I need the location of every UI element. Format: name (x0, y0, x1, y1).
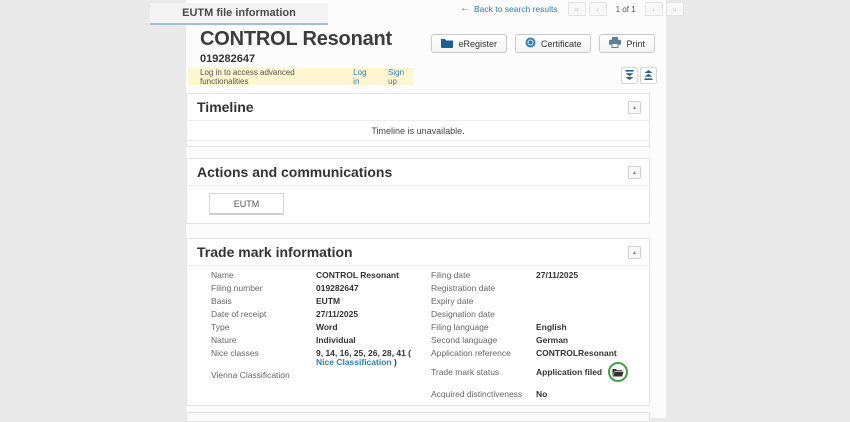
eregister-label: eRegister (458, 39, 497, 49)
pager-last-button[interactable]: » (666, 2, 684, 16)
actions-section-header: Actions and communications ▴ (187, 159, 649, 186)
field-designation-date: Designation date (431, 310, 645, 319)
title-block: CONTROL Resonant 019282647 (200, 28, 392, 65)
pager-next-button[interactable]: › (645, 2, 663, 16)
folder-icon (441, 38, 453, 50)
pager-prev-button[interactable]: ‹ (589, 2, 607, 16)
field-registration-date: Registration date (431, 284, 645, 293)
back-to-search-results-link[interactable]: ← Back to search results (460, 4, 558, 14)
timeline-collapse-button[interactable]: ▴ (628, 101, 641, 114)
collapse-all-button[interactable] (621, 67, 638, 84)
printer-icon (609, 37, 621, 50)
print-label: Print (626, 39, 645, 49)
trademark-title: Trade mark information (197, 244, 353, 260)
actions-collapse-button[interactable]: ▴ (628, 166, 641, 179)
field-nice-classes: Nice classes 9, 14, 16, 25, 26, 28, 41 (… (211, 349, 431, 367)
collapse-all-icon (625, 68, 634, 83)
timeline-section: Timeline ▴ Timeline is unavailable. (186, 93, 650, 147)
top-bar: ← Back to search results « ‹ 1 of 1 › » (460, 2, 684, 16)
results-pager: « ‹ 1 of 1 › » (568, 2, 684, 16)
login-link[interactable]: Log in (353, 68, 374, 86)
timeline-title: Timeline (197, 99, 254, 115)
pager-first-button[interactable]: « (568, 2, 586, 16)
back-arrow-icon: ← (460, 5, 470, 13)
signup-link[interactable]: Sign up (388, 68, 414, 86)
page-title: CONTROL Resonant (200, 28, 392, 51)
login-bar-message: Log in to access advanced functionalitie… (200, 68, 339, 86)
open-folder-status-icon (608, 362, 628, 382)
field-expiry-date: Expiry date (431, 297, 645, 306)
expand-all-icon (644, 68, 653, 83)
timeline-empty-message: Timeline is unavailable. (187, 121, 649, 141)
tab-label: EUTM file information (182, 7, 296, 19)
field-name: Name CONTROL Resonant (211, 271, 431, 280)
eregister-button[interactable]: eRegister (431, 34, 507, 53)
next-section-sliver (186, 412, 650, 422)
trademark-right-column: Filing date 27/11/2025 Registration date… (431, 271, 645, 403)
eutm-file-information-page: EUTM file information ← Back to search r… (0, 0, 850, 418)
trademark-section-header: Trade mark information ▴ (187, 239, 649, 266)
field-acquired-distinctiveness: Acquired distinctiveness No (431, 390, 645, 399)
back-label: Back to search results (474, 4, 558, 14)
field-filing-language: Filing language English (431, 323, 645, 332)
trademark-left-column: Name CONTROL Resonant Filing number 0192… (211, 271, 431, 384)
tab-eutm-file-information[interactable]: EUTM file information (150, 3, 328, 25)
actions-section: Actions and communications ▴ EUTM (186, 158, 650, 224)
expand-all-button[interactable] (640, 67, 657, 84)
trademark-number: 019282647 (200, 53, 392, 65)
certificate-button[interactable]: Certificate (515, 34, 592, 53)
field-filing-number: Filing number 019282647 (211, 284, 431, 293)
field-filing-date: Filing date 27/11/2025 (431, 271, 645, 280)
field-basis: Basis EUTM (211, 297, 431, 306)
nice-classification-link[interactable]: Nice Classification (316, 357, 392, 367)
eutm-tab-button[interactable]: EUTM (209, 193, 284, 215)
field-second-language: Second language German (431, 336, 645, 345)
pager-status: 1 of 1 (616, 5, 636, 14)
print-button[interactable]: Print (599, 34, 655, 53)
field-application-reference: Application reference CONTROLResonant (431, 349, 645, 358)
login-bar: Log in to access advanced functionalitie… (188, 68, 414, 85)
field-date-of-receipt: Date of receipt 27/11/2025 (211, 310, 431, 319)
field-vienna-classification: Vienna Classification (211, 371, 431, 380)
trademark-section: Trade mark information ▴ Name CONTROL Re… (186, 238, 650, 406)
field-type: Type Word (211, 323, 431, 332)
field-nature: Nature Individual (211, 336, 431, 345)
seal-icon (525, 37, 536, 50)
certificate-label: Certificate (541, 39, 582, 49)
actions-title: Actions and communications (197, 164, 392, 180)
header-action-buttons: eRegister Certificate Print (486, 34, 655, 53)
timeline-section-header: Timeline ▴ (187, 94, 649, 121)
trademark-collapse-button[interactable]: ▴ (628, 246, 641, 259)
field-trademark-status: Trade mark status Application filed (431, 362, 645, 382)
